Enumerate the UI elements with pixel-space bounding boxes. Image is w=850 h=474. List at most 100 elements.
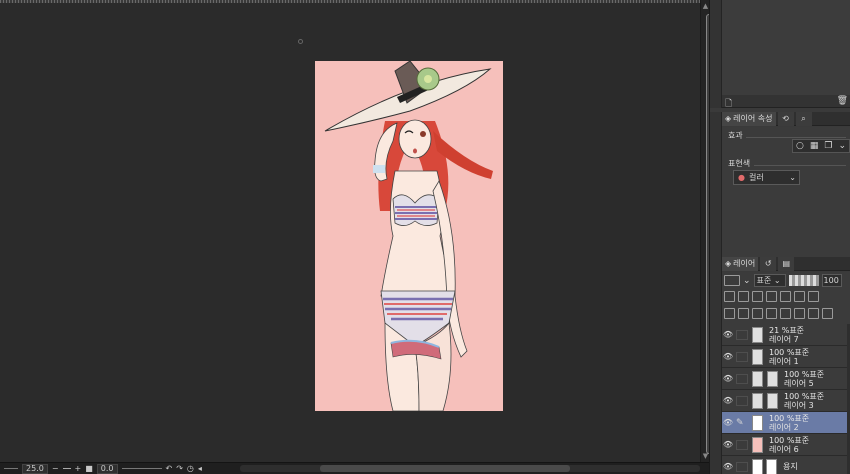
layer-row-selected[interactable]: 👁 ✎ 100 %표준 레이어 2 bbox=[722, 412, 847, 434]
scroll-up-arrow-icon[interactable]: ▲ bbox=[702, 2, 709, 10]
fit-screen-icon[interactable]: ■ bbox=[85, 464, 93, 473]
layer-row[interactable]: 👁 100 %표준 레이어 5 bbox=[722, 368, 847, 390]
layer-name: 용지 bbox=[783, 462, 798, 471]
right-dock-panel: 🗋 🗑 ◈ 레이어 속성 ⟲ ⌕ 효과 ○ ▦ ❐ ⌄ 표현색 ● 컬러 ⌄ ◈ bbox=[709, 0, 850, 474]
expression-color-select[interactable]: ● 컬러 ⌄ bbox=[733, 170, 800, 185]
tab-search[interactable]: ⌕ bbox=[795, 111, 812, 126]
add-mask-icon[interactable] bbox=[794, 308, 805, 319]
rotation-field[interactable]: 0.0 bbox=[96, 463, 118, 474]
opacity-field[interactable]: 100 bbox=[821, 274, 842, 287]
tab-layer[interactable]: ◈ 레이어 bbox=[722, 256, 759, 271]
new-vector-layer-icon[interactable] bbox=[738, 308, 749, 319]
new-raster-layer-icon[interactable] bbox=[724, 308, 735, 319]
tab-transform[interactable]: ⟲ bbox=[777, 111, 794, 126]
visibility-eye-icon[interactable]: 👁 bbox=[722, 352, 734, 361]
tab-history[interactable]: ↺ bbox=[760, 256, 777, 271]
visibility-eye-icon[interactable]: 👁 bbox=[722, 330, 734, 339]
upper-panel-toolbar: 🗋 🗑 bbox=[722, 95, 850, 109]
layer-color-swatch[interactable] bbox=[724, 275, 740, 286]
layer-name: 레이어 5 bbox=[784, 378, 814, 388]
reset-rotation-icon[interactable]: ◷ bbox=[187, 464, 194, 473]
layer-info: 100 %표준 레이어 5 bbox=[784, 370, 824, 388]
trash-icon[interactable] bbox=[822, 308, 833, 319]
artwork-canvas[interactable] bbox=[315, 61, 503, 411]
layer-tab-row: ◈ 레이어 ↺ ▤ bbox=[722, 256, 850, 271]
canvas-vertical-scrollbar[interactable]: ▲ ▼ bbox=[700, 0, 712, 462]
visibility-eye-icon[interactable]: 👁 bbox=[722, 418, 734, 427]
scroll-left-arrow-icon[interactable]: ◂ bbox=[198, 464, 202, 473]
layer-name: 레이어 1 bbox=[769, 356, 799, 366]
opacity-slider[interactable] bbox=[788, 275, 819, 286]
status-bar-separator bbox=[4, 468, 18, 469]
tab-animation[interactable]: ▤ bbox=[778, 256, 795, 271]
canvas-status-bar: 25.0 − + ■ 0.0 ↶ ↷ ◷ ◂ bbox=[0, 462, 709, 474]
layer-panel-strip[interactable] bbox=[710, 257, 722, 474]
layer-row[interactable]: 👁 100 %표준 레이어 3 bbox=[722, 390, 847, 412]
new-folder-icon[interactable] bbox=[752, 308, 763, 319]
merge-down-icon[interactable] bbox=[780, 308, 791, 319]
chevron-down-icon[interactable]: ⌄ bbox=[838, 141, 846, 151]
new-item-icon[interactable]: 🗋 bbox=[725, 96, 732, 112]
duplicate-layer-icon[interactable] bbox=[766, 308, 777, 319]
rotate-left-icon[interactable]: ↶ bbox=[166, 464, 173, 473]
upper-panel-area bbox=[722, 0, 850, 95]
ruler-icon[interactable] bbox=[808, 291, 819, 302]
layer-properties-body: 효과 ○ ▦ ❐ ⌄ 표현색 ● 컬러 ⌄ bbox=[722, 127, 850, 257]
panel-collapse-strip[interactable] bbox=[710, 0, 722, 108]
layer-lock-toggle[interactable] bbox=[736, 351, 748, 362]
history-icon: ↺ bbox=[764, 258, 772, 268]
property-panel-strip[interactable] bbox=[710, 112, 722, 257]
layer-row[interactable]: 👁 100 %표준 레이어 1 bbox=[722, 346, 847, 368]
horizontal-scrollbar-thumb[interactable] bbox=[320, 465, 570, 472]
rotation-pivot-icon[interactable] bbox=[298, 39, 303, 44]
layer-row[interactable]: 👁 용지 bbox=[722, 456, 847, 474]
visibility-eye-icon[interactable]: 👁 bbox=[722, 462, 734, 471]
trash-icon[interactable]: 🗑 bbox=[837, 96, 848, 106]
draft-layer-icon[interactable] bbox=[752, 291, 763, 302]
animation-icon: ▤ bbox=[782, 258, 791, 268]
visibility-eye-icon[interactable]: 👁 bbox=[722, 440, 734, 449]
layer-thumbnail bbox=[752, 414, 763, 431]
search-icon: ⌕ bbox=[801, 113, 806, 123]
zoom-out-button[interactable]: − bbox=[52, 464, 59, 473]
layer-row[interactable]: 👁 100 %표준 레이어 6 bbox=[722, 434, 847, 456]
layer-lock-toggle[interactable] bbox=[736, 329, 748, 340]
canvas-area[interactable] bbox=[0, 0, 700, 462]
divider bbox=[746, 137, 846, 138]
clip-layer-icon[interactable] bbox=[724, 291, 735, 302]
rotate-right-icon[interactable]: ↷ bbox=[176, 464, 183, 473]
tab-layer-properties[interactable]: ◈ 레이어 속성 bbox=[722, 111, 776, 126]
visibility-eye-icon[interactable]: 👁 bbox=[722, 374, 734, 383]
chevron-down-icon[interactable]: ⌄ bbox=[743, 276, 751, 286]
pen-edit-icon[interactable]: ✎ bbox=[736, 418, 748, 428]
tab-layer-label: 레이어 bbox=[733, 258, 756, 268]
layer-color-icon[interactable]: ❐ bbox=[824, 141, 832, 151]
mask-enable-icon[interactable] bbox=[794, 291, 805, 302]
border-effect-icon[interactable]: ○ bbox=[796, 141, 804, 151]
layer-lock-toggle[interactable] bbox=[736, 439, 748, 450]
apply-mask-icon[interactable] bbox=[808, 308, 819, 319]
zoom-in-button[interactable]: + bbox=[75, 464, 82, 473]
rotation-slider[interactable] bbox=[121, 468, 162, 469]
layer-mode: 100 %표준 bbox=[769, 435, 810, 445]
blend-mode-select[interactable]: 표준 ⌄ bbox=[753, 274, 786, 287]
zoom-field[interactable]: 25.0 bbox=[22, 463, 48, 474]
layer-lock-toggle[interactable] bbox=[736, 395, 748, 406]
layer-info: 100 %표준 레이어 1 bbox=[769, 348, 809, 366]
expression-color-label: 표현색 bbox=[728, 159, 751, 168]
tone-effect-icon[interactable]: ▦ bbox=[810, 141, 819, 151]
scroll-down-arrow-icon[interactable]: ▼ bbox=[702, 452, 709, 460]
zoom-slider[interactable] bbox=[62, 468, 71, 469]
lock-icon[interactable] bbox=[766, 291, 777, 302]
visibility-eye-icon[interactable]: 👁 bbox=[722, 396, 734, 405]
layer-lock-toggle[interactable] bbox=[736, 461, 748, 472]
lock-transparency-icon[interactable] bbox=[780, 291, 791, 302]
reference-layer-icon[interactable] bbox=[738, 291, 749, 302]
layer-list[interactable]: 👁 21 %표준 레이어 7 👁 100 %표준 레이어 1 👁 100 %표준 레이… bbox=[722, 324, 850, 474]
layer-row[interactable]: 👁 21 %표준 레이어 7 bbox=[722, 324, 847, 346]
layer-thumbnail bbox=[767, 392, 778, 409]
divider bbox=[754, 165, 846, 166]
layer-mode: 100 %표준 bbox=[784, 369, 825, 379]
artwork-illustration bbox=[315, 61, 503, 411]
layer-lock-toggle[interactable] bbox=[736, 373, 748, 384]
